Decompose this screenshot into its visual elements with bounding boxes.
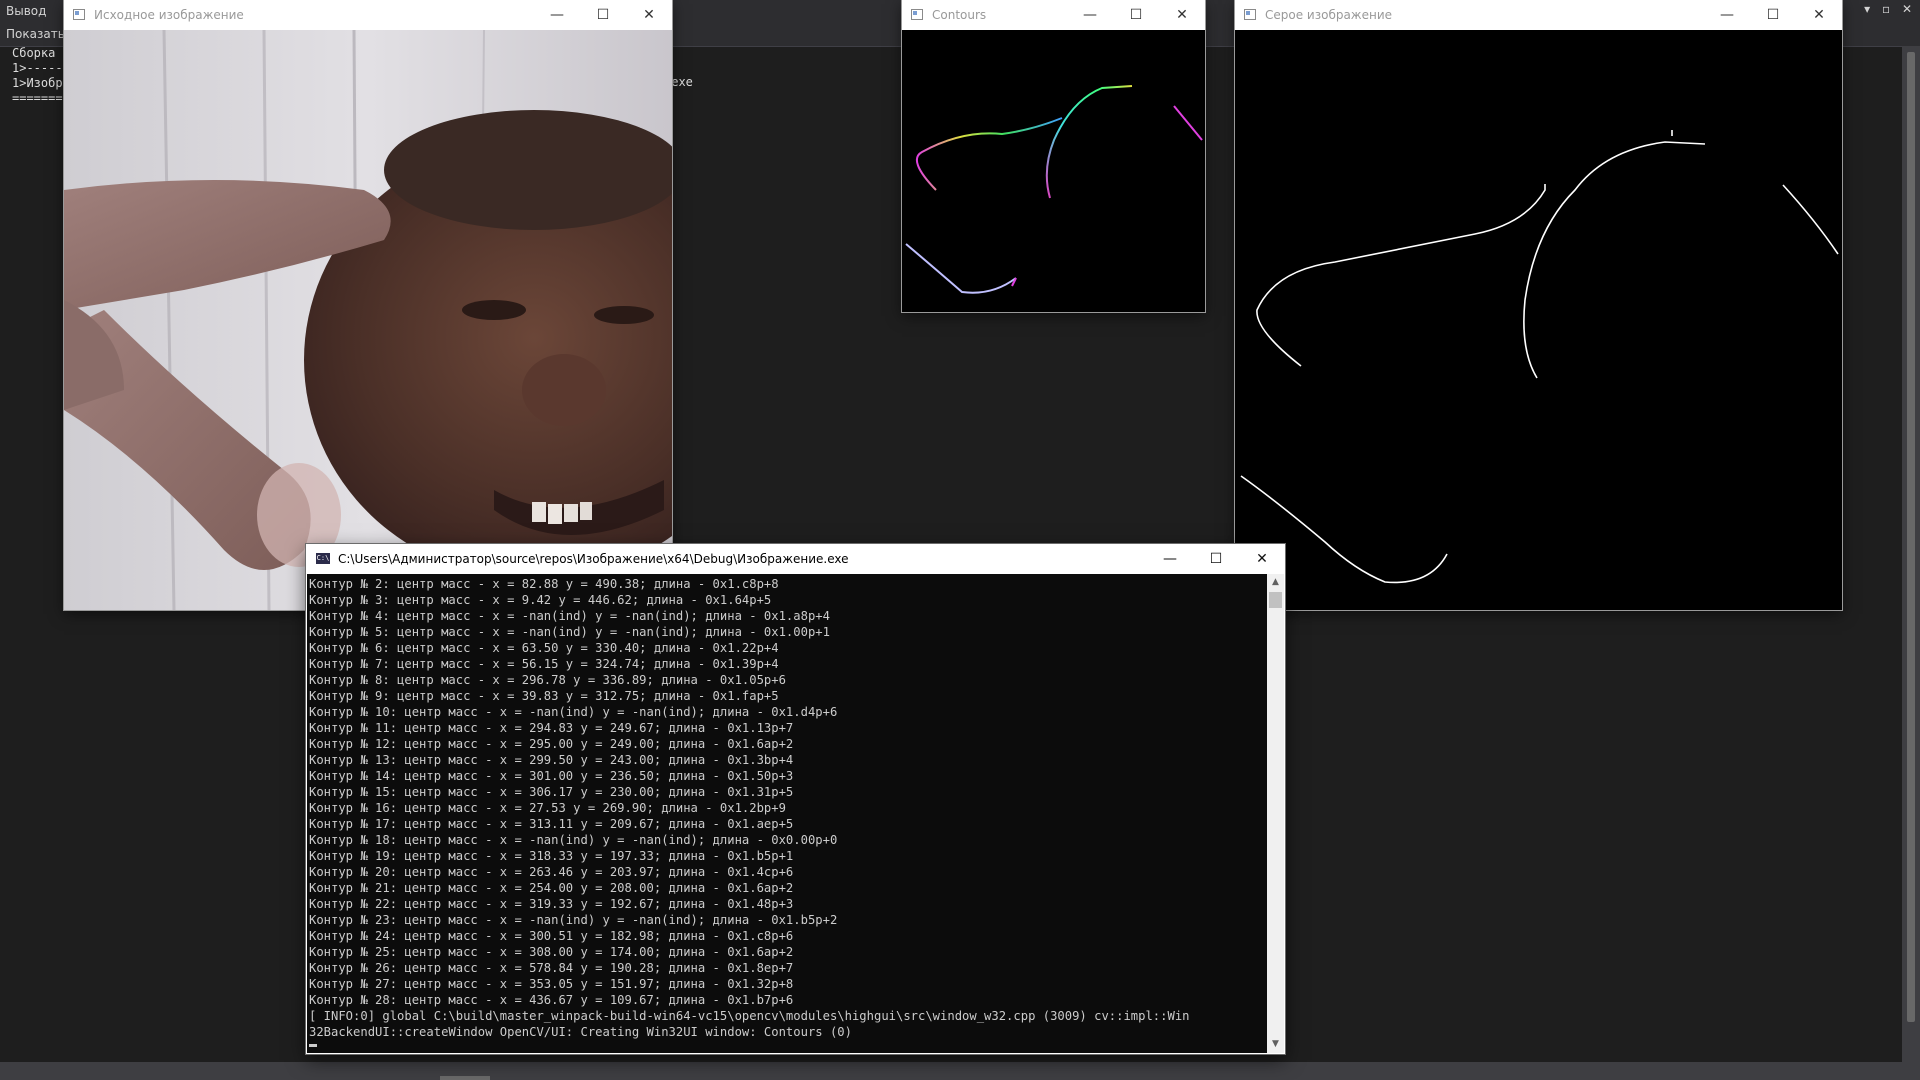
console-line: Контур № 13: центр масс - x = 299.50 y =… [309, 753, 794, 767]
console-line: Контур № 8: центр масс - x = 296.78 y = … [309, 673, 786, 687]
minimize-button[interactable]: — [534, 0, 580, 30]
window-titlebar[interactable]: Серое изображение — ☐ ✕ [1235, 0, 1842, 30]
console-line: Контур № 17: центр масс - x = 313.11 y =… [309, 817, 794, 831]
colored-contours [905, 85, 1203, 294]
console-line: Контур № 9: центр масс - x = 39.83 y = 3… [309, 689, 779, 703]
window-titlebar[interactable]: Contours — ☐ ✕ [902, 0, 1205, 30]
console-line: Контур № 24: центр масс - x = 300.51 y =… [309, 929, 794, 943]
close-button[interactable]: ✕ [1239, 544, 1285, 574]
close-button[interactable]: ✕ [626, 0, 672, 30]
scrollbar-thumb[interactable] [440, 1076, 490, 1080]
minimize-button[interactable]: — [1704, 0, 1750, 30]
maximize-button[interactable]: ☐ [1750, 0, 1796, 30]
console-output[interactable]: Контур № 2: центр масс - x = 82.88 y = 4… [307, 574, 1267, 1053]
vs-vertical-scrollbar[interactable] [1902, 46, 1920, 1062]
console-line: Контур № 20: центр масс - x = 263.46 y =… [309, 865, 794, 879]
console-line: Контур № 22: центр масс - x = 319.33 y =… [309, 897, 794, 911]
window-title: Contours [932, 8, 987, 22]
console-line: [ INFO:0] global C:\build\master_winpack… [309, 1009, 1190, 1023]
gray-image-window[interactable]: Серое изображение — ☐ ✕ [1235, 0, 1842, 610]
scrollbar-thumb[interactable] [1269, 592, 1282, 608]
console-line: Контур № 27: центр масс - x = 353.05 y =… [309, 977, 794, 991]
console-line: 32BackendUI::createWindow OpenCV/UI: Cre… [309, 1025, 852, 1039]
console-line: Контур № 15: центр масс - x = 306.17 y =… [309, 785, 794, 799]
window-app-icon [911, 9, 923, 20]
window-titlebar[interactable]: Исходное изображение — ☐ ✕ [64, 0, 672, 30]
console-title: C:\Users\Администратор\source\repos\Изоб… [338, 552, 849, 566]
console-line: Контур № 2: центр масс - x = 82.88 y = 4… [309, 577, 779, 591]
window-app-icon [73, 9, 85, 20]
close-button[interactable]: ✕ [1796, 0, 1842, 30]
window-title: Серое изображение [1265, 8, 1393, 22]
contours-canvas [902, 30, 1205, 312]
console-line: Контур № 23: центр масс - x = -nan(ind) … [309, 913, 838, 927]
scrollbar-thumb[interactable] [1907, 52, 1915, 1022]
scroll-up-icon[interactable]: ▲ [1267, 574, 1284, 591]
console-line: Контур № 26: центр масс - x = 578.84 y =… [309, 961, 794, 975]
console-line: Контур № 3: центр масс - x = 9.42 y = 44… [309, 593, 772, 607]
maximize-button[interactable]: ☐ [1113, 0, 1159, 30]
minimize-button[interactable]: — [1067, 0, 1113, 30]
console-cursor [309, 1044, 317, 1047]
console-icon: C:\ [316, 553, 330, 564]
console-window[interactable]: C:\ C:\Users\Администратор\source\repos\… [306, 544, 1285, 1054]
minimize-button[interactable]: — [1147, 544, 1193, 574]
contours-window[interactable]: Contours — ☐ ✕ [902, 0, 1205, 312]
source-image-canvas [64, 30, 672, 610]
console-line: Контур № 11: центр масс - x = 294.83 y =… [309, 721, 794, 735]
console-line: Контур № 14: центр масс - x = 301.00 y =… [309, 769, 794, 783]
console-line: Контур № 25: центр масс - x = 308.00 y =… [309, 945, 794, 959]
console-line: Контур № 5: центр масс - x = -nan(ind) y… [309, 625, 830, 639]
close-button[interactable]: ✕ [1159, 0, 1205, 30]
source-image-window[interactable]: Исходное изображение — ☐ ✕ [64, 0, 672, 610]
console-line: Контур № 7: центр масс - x = 56.15 y = 3… [309, 657, 779, 671]
console-line: Контур № 18: центр масс - x = -nan(ind) … [309, 833, 838, 847]
panel-title: Вывод [6, 4, 47, 18]
console-scrollbar[interactable]: ▲ ▼ [1267, 574, 1284, 1053]
console-line: Контур № 10: центр масс - x = -nan(ind) … [309, 705, 838, 719]
console-line: Контур № 21: центр масс - x = 254.00 y =… [309, 881, 794, 895]
window-title: Исходное изображение [94, 8, 244, 22]
gray-image-canvas [1235, 30, 1842, 610]
console-line: Контур № 16: центр масс - x = 27.53 y = … [309, 801, 786, 815]
console-line: Контур № 6: центр масс - x = 63.50 y = 3… [309, 641, 779, 655]
edge-lines [1240, 130, 1839, 584]
console-titlebar[interactable]: C:\ C:\Users\Администратор\source\repos\… [306, 544, 1285, 574]
scroll-down-icon[interactable]: ▼ [1267, 1036, 1284, 1053]
console-line: Контур № 12: центр масс - x = 295.00 y =… [309, 737, 794, 751]
vs-horizontal-scrollbar[interactable] [0, 1062, 1920, 1080]
webcam-photo [64, 30, 672, 610]
console-line: Контур № 19: центр масс - x = 318.33 y =… [309, 849, 794, 863]
console-lines: Контур № 2: центр масс - x = 82.88 y = 4… [309, 576, 1190, 1040]
panel-controls[interactable]: ▾ ▫ ✕ [1864, 2, 1916, 16]
maximize-button[interactable]: ☐ [1193, 544, 1239, 574]
console-line: Контур № 28: центр масс - x = 436.67 y =… [309, 993, 794, 1007]
maximize-button[interactable]: ☐ [580, 0, 626, 30]
console-line: Контур № 4: центр масс - x = -nan(ind) y… [309, 609, 830, 623]
window-app-icon [1244, 9, 1256, 20]
